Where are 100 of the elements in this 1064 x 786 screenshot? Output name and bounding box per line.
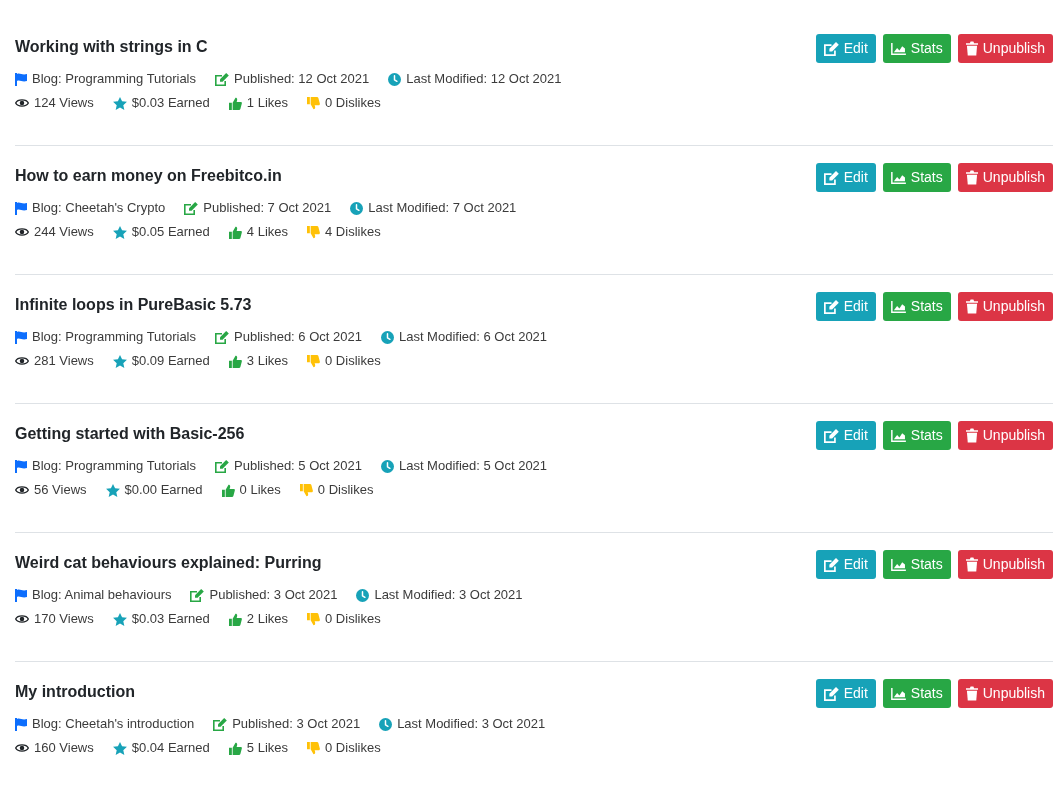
edit-button[interactable]: Edit xyxy=(815,679,876,708)
post-stat-text: 4 Dislikes xyxy=(325,223,381,242)
eye-icon xyxy=(15,743,29,753)
post-stat-text: 244 Views xyxy=(34,223,94,242)
unpublish-button[interactable]: Unpublish xyxy=(957,679,1053,708)
post-title: Getting started with Basic-256 xyxy=(15,424,246,444)
post-title: My introduction xyxy=(15,682,136,702)
post-meta-text: Last Modified: 5 Oct 2021 xyxy=(398,457,548,476)
post-meta-text: Published: 3 Oct 2021 xyxy=(209,586,338,605)
post-meta-text: Last Modified: 12 Oct 2021 xyxy=(406,70,562,89)
edit-icon xyxy=(215,330,229,344)
post-stat-text: 0 Dislikes xyxy=(325,739,381,758)
edit-button[interactable]: Edit xyxy=(815,421,876,450)
edit-icon xyxy=(823,170,839,185)
line-chart-icon xyxy=(890,558,906,571)
post-meta-text: Last Modified: 7 Oct 2021 xyxy=(368,199,517,218)
edit-icon xyxy=(823,299,839,314)
post-stat-text: 0 Dislikes xyxy=(325,352,381,371)
star-icon xyxy=(112,354,127,368)
post-title: Weird cat behaviours explained: Purring xyxy=(15,553,323,573)
edit-icon xyxy=(823,41,839,56)
thumbs-up-icon xyxy=(228,612,242,626)
post-meta-text: Blog: Programming Tutorials xyxy=(32,457,196,476)
clock-icon xyxy=(379,717,393,731)
post-meta-text: Blog: Programming Tutorials xyxy=(32,328,196,347)
star-icon xyxy=(112,96,127,110)
stats-button[interactable]: Stats xyxy=(882,421,951,450)
trash-icon xyxy=(965,299,978,314)
eye-icon xyxy=(15,227,29,237)
edit-icon xyxy=(215,72,229,86)
flag-icon xyxy=(15,201,27,215)
thumbs-down-icon xyxy=(307,96,321,110)
thumbs-up-icon xyxy=(228,225,242,239)
post-stat-text: 0 Dislikes xyxy=(317,481,374,500)
post-stat-text: 5 Likes xyxy=(246,739,289,758)
post-stat-text: 56 Views xyxy=(34,481,87,500)
post-stat-text: 4 Likes xyxy=(246,223,289,242)
stats-button[interactable]: Stats xyxy=(882,550,951,579)
unpublish-button[interactable]: Unpublish xyxy=(957,292,1053,321)
stats-button[interactable]: Stats xyxy=(882,679,951,708)
post-meta-text: Last Modified: 3 Oct 2021 xyxy=(397,715,546,734)
post-meta-text: Published: 3 Oct 2021 xyxy=(232,715,361,734)
post-meta-text: Last Modified: 3 Oct 2021 xyxy=(374,586,523,605)
post-stat-text: $0.09 Earned xyxy=(131,352,210,371)
post-title: How to earn money on Freebitco.in xyxy=(15,166,283,186)
edit-button[interactable]: Edit xyxy=(815,292,876,321)
flag-icon xyxy=(15,330,27,344)
line-chart-icon xyxy=(890,171,906,184)
unpublish-button[interactable]: Unpublish xyxy=(957,550,1053,579)
post-title: Infinite loops in PureBasic 5.73 xyxy=(15,295,253,315)
eye-icon xyxy=(15,356,29,366)
eye-icon xyxy=(15,485,29,495)
unpublish-button[interactable]: Unpublish xyxy=(957,163,1053,192)
clock-icon xyxy=(380,459,394,473)
clock-icon xyxy=(380,330,394,344)
thumbs-down-icon xyxy=(307,741,321,755)
trash-icon xyxy=(965,557,978,572)
trash-icon xyxy=(965,41,978,56)
post-meta-text: Blog: Cheetah's Crypto xyxy=(32,199,166,218)
flag-icon xyxy=(15,717,27,731)
unpublish-button[interactable]: Unpublish xyxy=(957,421,1053,450)
star-icon xyxy=(105,483,120,497)
post-meta-text: Published: 12 Oct 2021 xyxy=(234,70,370,89)
clock-icon xyxy=(356,588,370,602)
stats-button[interactable]: Stats xyxy=(882,292,951,321)
post-stat-text: 0 Dislikes xyxy=(325,610,381,629)
flag-icon xyxy=(15,588,27,602)
edit-icon xyxy=(823,686,839,701)
edit-button[interactable]: Edit xyxy=(815,550,876,579)
post-stat-text: $0.00 Earned xyxy=(124,481,203,500)
edit-icon xyxy=(213,717,228,731)
post-meta-text: Last Modified: 6 Oct 2021 xyxy=(398,328,548,347)
stats-button[interactable]: Stats xyxy=(882,34,951,63)
trash-icon xyxy=(965,170,978,185)
star-icon xyxy=(112,741,127,755)
thumbs-up-icon xyxy=(228,741,242,755)
post-stat-text: 0 Dislikes xyxy=(325,94,381,113)
post-meta-text: Published: 5 Oct 2021 xyxy=(234,457,362,476)
edit-button[interactable]: Edit xyxy=(815,34,876,63)
unpublish-button[interactable]: Unpublish xyxy=(957,34,1053,63)
thumbs-up-icon xyxy=(228,354,242,368)
line-chart-icon xyxy=(890,300,906,313)
thumbs-down-icon xyxy=(307,354,321,368)
flag-icon xyxy=(15,459,27,473)
thumbs-down-icon xyxy=(307,225,321,239)
post-stat-text: 170 Views xyxy=(34,610,94,629)
edit-button[interactable]: Edit xyxy=(815,163,876,192)
star-icon xyxy=(112,225,127,239)
trash-icon xyxy=(965,686,978,701)
post-stat-text: $0.03 Earned xyxy=(131,94,210,113)
post-stat-text: $0.04 Earned xyxy=(131,739,210,758)
thumbs-down-icon xyxy=(299,483,313,497)
post-meta-text: Blog: Programming Tutorials xyxy=(32,70,196,89)
edit-icon xyxy=(215,459,229,473)
post-stat-text: 2 Likes xyxy=(246,610,289,629)
post-stat-text: 160 Views xyxy=(34,739,94,758)
post-meta-text: Published: 6 Oct 2021 xyxy=(234,328,362,347)
line-chart-icon xyxy=(890,687,906,700)
edit-icon xyxy=(190,588,205,602)
stats-button[interactable]: Stats xyxy=(882,163,951,192)
